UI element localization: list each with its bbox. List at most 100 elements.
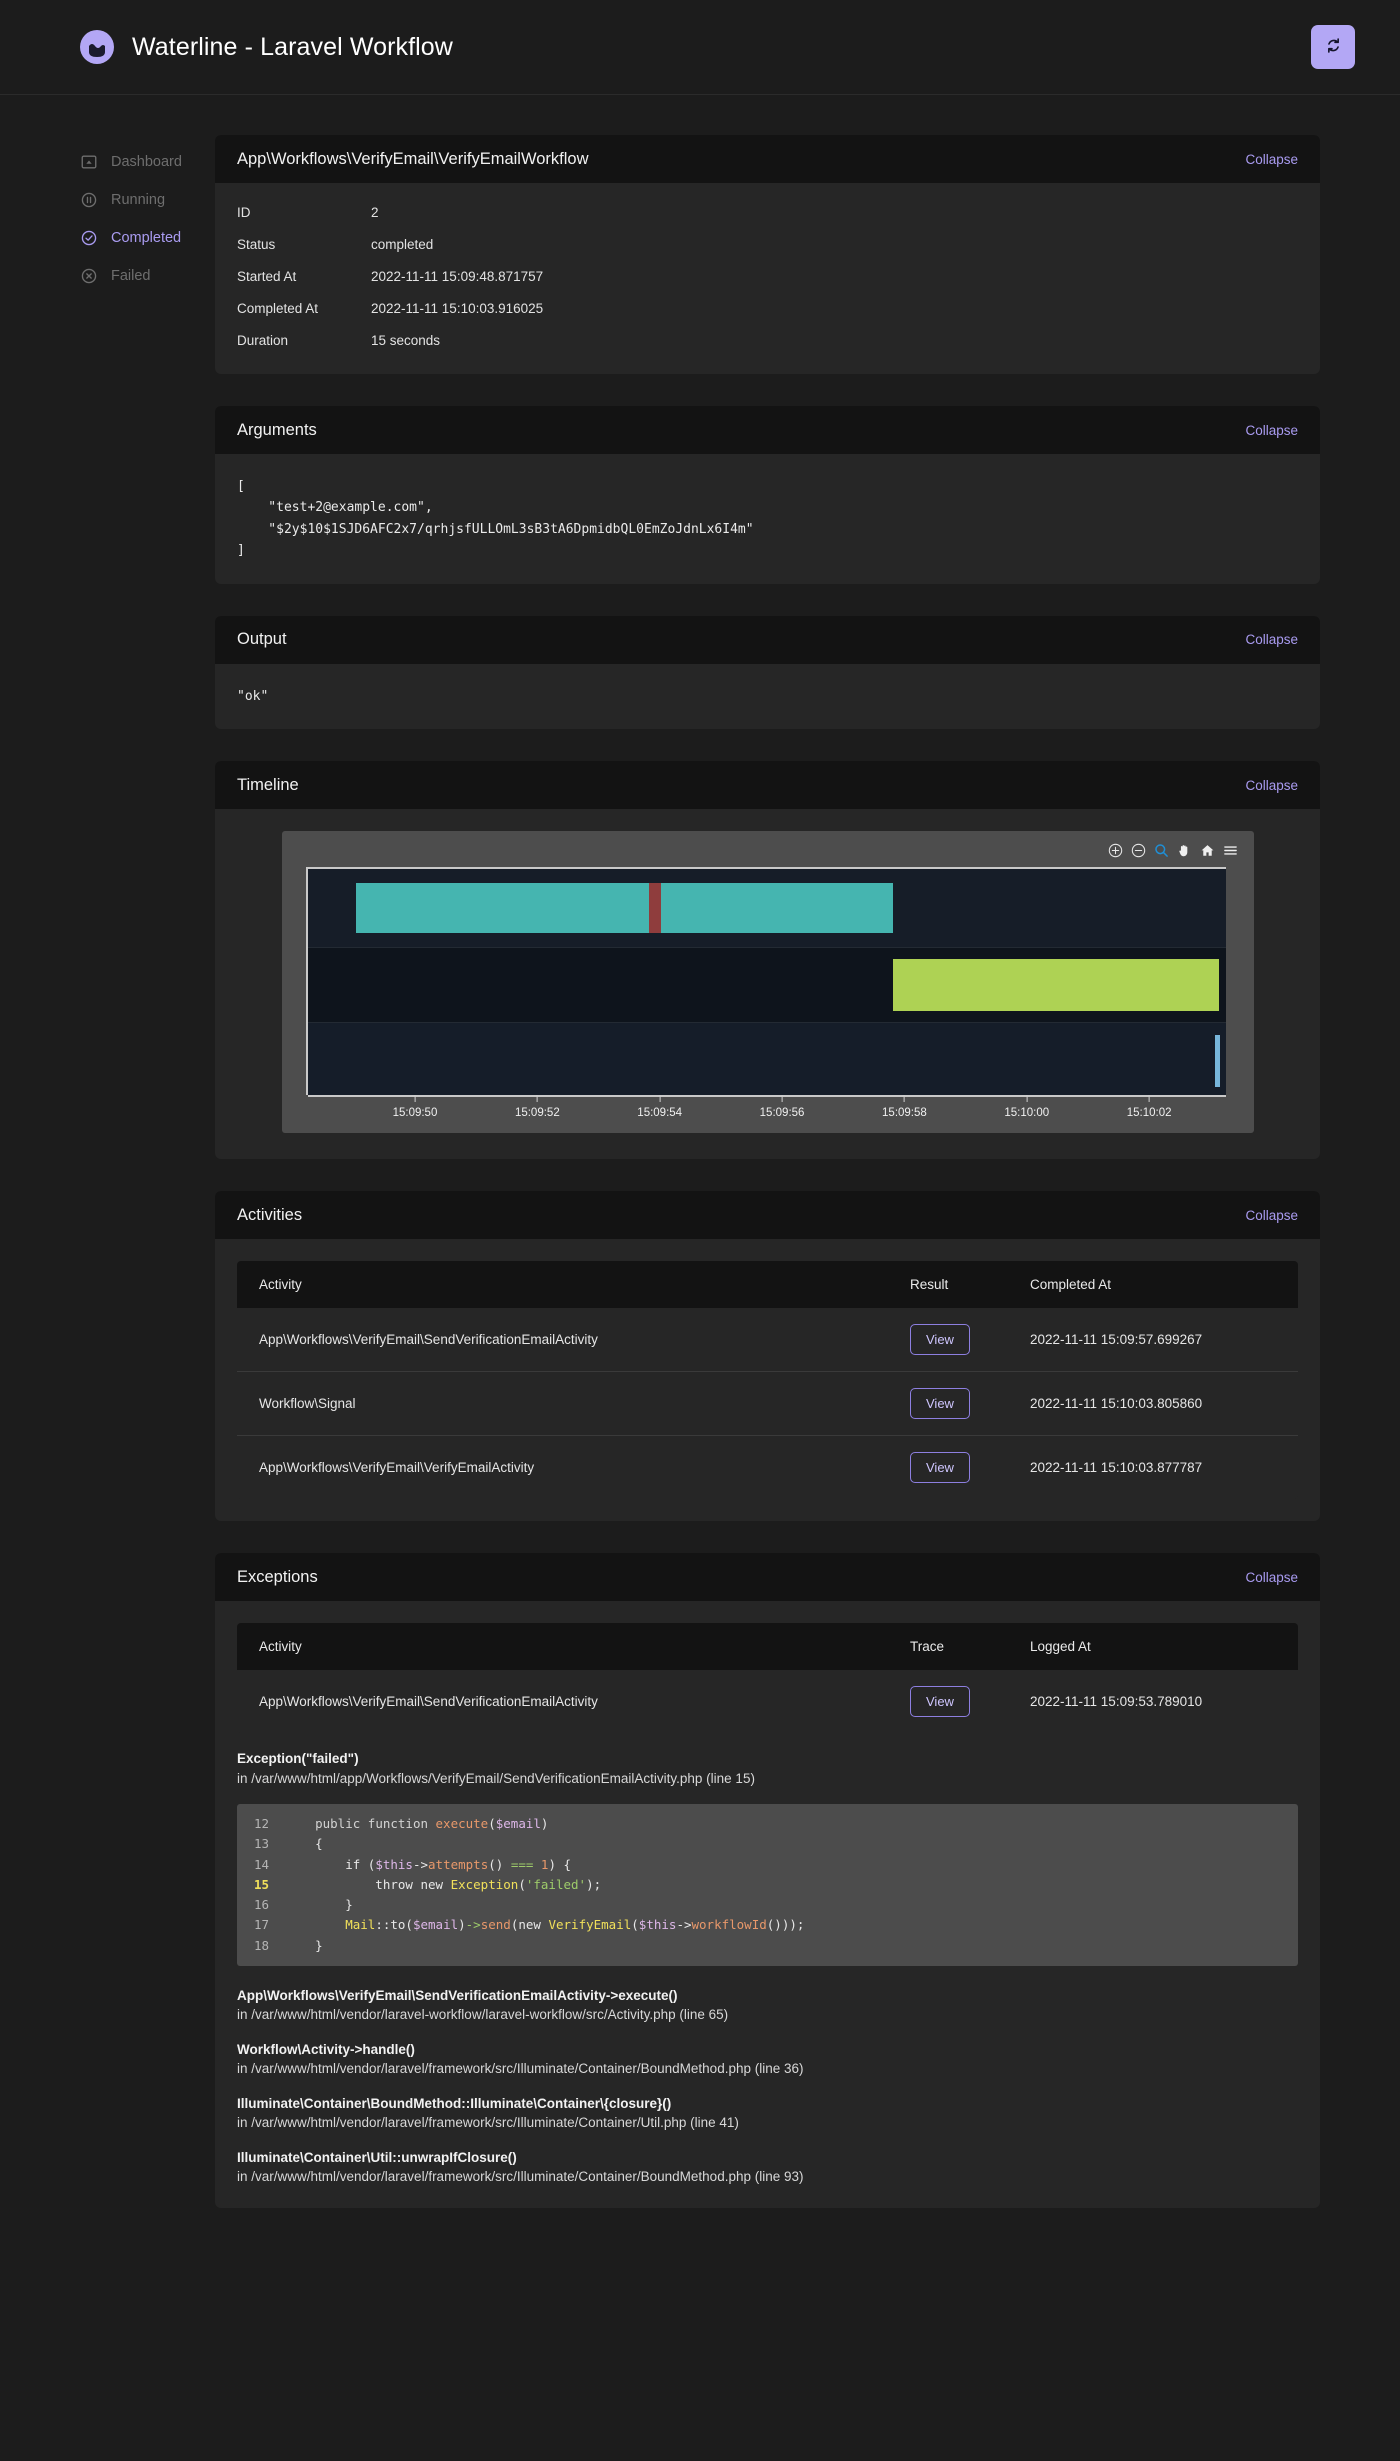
trace-function: App\Workflows\VerifyEmail\SendVerificati…: [237, 1988, 1298, 2003]
collapse-timeline-link[interactable]: Collapse: [1245, 778, 1298, 793]
cell-activity: Workflow\Signal: [237, 1372, 888, 1436]
view-result-button[interactable]: View: [910, 1388, 970, 1419]
collapse-activities-link[interactable]: Collapse: [1245, 1208, 1298, 1223]
field-key: Started At: [237, 269, 371, 284]
workflow-fields: ID 2 Status completed Started At 2022-11…: [215, 183, 1320, 374]
field-value: completed: [371, 237, 433, 252]
field-row: Status completed: [237, 237, 1298, 252]
field-value: 2: [371, 205, 379, 220]
card-header: Activities Collapse: [215, 1191, 1320, 1239]
arguments-card: Arguments Collapse [ "test+2@example.com…: [215, 406, 1320, 584]
code-line-source: if ($this->attempts() === 1) {: [285, 1855, 571, 1875]
dashboard-icon: [80, 153, 98, 171]
trace-entry: Workflow\Activity->handle()in /var/www/h…: [237, 2042, 1298, 2076]
exception-code-snippet: 12 public function execute($email)13 {14…: [237, 1804, 1298, 1966]
chart-bar-workflow-signal[interactable]: [893, 959, 1219, 1011]
chart-bar-send-verification-email-b[interactable]: [661, 883, 893, 933]
collapse-arguments-link[interactable]: Collapse: [1245, 423, 1298, 438]
code-line-number: 13: [237, 1834, 285, 1854]
column-header-trace: Trace: [888, 1623, 1008, 1670]
sidebar-item-label: Dashboard: [111, 154, 182, 170]
arguments-title: Arguments: [237, 421, 317, 440]
sidebar-item-label: Completed: [111, 230, 181, 246]
chart-x-tick-labels: 15:09:50 15:09:52 15:09:54 15:09:56 15:0…: [306, 1095, 1226, 1129]
column-header-activity: Activity: [237, 1623, 888, 1670]
chart-toolbar: [292, 839, 1244, 861]
field-value: 2022-11-11 15:10:03.916025: [371, 301, 543, 316]
exception-title: Exception("failed"): [237, 1751, 1298, 1766]
field-row: Started At 2022-11-11 15:09:48.871757: [237, 269, 1298, 284]
sidebar-item-dashboard[interactable]: Dashboard: [80, 143, 215, 181]
code-line-number: 18: [237, 1936, 285, 1956]
exceptions-card: Exceptions Collapse Activity Trace Logge…: [215, 1553, 1320, 2208]
exception-stack-trace: App\Workflows\VerifyEmail\SendVerificati…: [237, 1988, 1298, 2184]
brand: Waterline - Laravel Workflow: [80, 30, 1311, 64]
cell-result: View: [888, 1308, 1008, 1372]
trace-location: in /var/www/html/vendor/laravel/framewor…: [237, 2169, 1298, 2184]
trace-entry: Illuminate\Container\BoundMethod::Illumi…: [237, 2096, 1298, 2130]
column-header-logged-at: Logged At: [1008, 1623, 1298, 1670]
pan-hand-icon[interactable]: [1177, 843, 1192, 858]
code-line-source: }: [285, 1936, 323, 1956]
zoom-out-icon[interactable]: [1131, 843, 1146, 858]
code-line-number: 17: [237, 1915, 285, 1935]
field-row: Duration 15 seconds: [237, 333, 1298, 348]
card-header: Output Collapse: [215, 616, 1320, 664]
sidebar-item-completed[interactable]: Completed: [80, 219, 215, 257]
trace-function: Illuminate\Container\Util::unwrapIfClosu…: [237, 2150, 1298, 2165]
trace-location: in /var/www/html/vendor/laravel/framewor…: [237, 2115, 1298, 2130]
table-row: App\Workflows\VerifyEmail\SendVerificati…: [237, 1670, 1298, 1733]
menu-icon[interactable]: [1223, 843, 1238, 858]
zoom-select-icon[interactable]: [1154, 843, 1169, 858]
app-header: Waterline - Laravel Workflow: [0, 0, 1400, 95]
sidebar-item-running[interactable]: Running: [80, 181, 215, 219]
code-line-source: Mail::to($email)->send(new VerifyEmail($…: [285, 1915, 804, 1935]
home-reset-icon[interactable]: [1200, 843, 1215, 858]
field-key: Duration: [237, 333, 371, 348]
column-header-completed-at: Completed At: [1008, 1261, 1298, 1308]
x-circle-icon: [80, 267, 98, 285]
timeline-chart[interactable]: 15:09:50 15:09:52 15:09:54 15:09:56 15:0…: [282, 831, 1254, 1133]
view-result-button[interactable]: View: [910, 1324, 970, 1355]
code-line: 18 }: [237, 1936, 1298, 1956]
trace-location: in /var/www/html/vendor/laravel/framewor…: [237, 2061, 1298, 2076]
collapse-exceptions-link[interactable]: Collapse: [1245, 1570, 1298, 1585]
chart-tick-label: 15:10:02: [1127, 1107, 1172, 1119]
card-header: Arguments Collapse: [215, 406, 1320, 454]
chart-bar-exception-marker[interactable]: [649, 883, 661, 933]
chart-tick-label: 15:10:00: [1004, 1107, 1049, 1119]
view-trace-button[interactable]: View: [910, 1686, 970, 1717]
waterline-logo-icon: [80, 30, 114, 64]
refresh-button[interactable]: [1311, 25, 1355, 69]
code-line: 13 {: [237, 1834, 1298, 1854]
chart-bar-verify-email-activity[interactable]: [1215, 1035, 1220, 1087]
code-line-source: }: [285, 1895, 353, 1915]
column-header-activity: Activity: [237, 1261, 888, 1308]
output-content: "ok": [237, 686, 1298, 707]
card-header: Exceptions Collapse: [215, 1553, 1320, 1601]
collapse-output-link[interactable]: Collapse: [1245, 632, 1298, 647]
sidebar-item-failed[interactable]: Failed: [80, 257, 215, 295]
activities-table: Activity Result Completed At App\Workflo…: [237, 1261, 1298, 1499]
cell-trace: View: [888, 1670, 1008, 1733]
exceptions-body: Activity Trace Logged At App\Workflows\V…: [215, 1601, 1320, 1733]
field-key: Completed At: [237, 301, 371, 316]
view-result-button[interactable]: View: [910, 1452, 970, 1483]
table-row: App\Workflows\VerifyEmail\SendVerificati…: [237, 1308, 1298, 1372]
arguments-content: [ "test+2@example.com", "$2y$10$1SJD6AFC…: [237, 476, 1298, 562]
code-line-number: 14: [237, 1855, 285, 1875]
cell-completed-at: 2022-11-11 15:09:57.699267: [1008, 1308, 1298, 1372]
cell-logged-at: 2022-11-11 15:09:53.789010: [1008, 1670, 1298, 1733]
trace-entry: App\Workflows\VerifyEmail\SendVerificati…: [237, 1988, 1298, 2022]
code-line: 14 if ($this->attempts() === 1) {: [237, 1855, 1298, 1875]
zoom-in-icon[interactable]: [1108, 843, 1123, 858]
code-line-number: 12: [237, 1814, 285, 1834]
field-value: 15 seconds: [371, 333, 440, 348]
activities-body: Activity Result Completed At App\Workflo…: [215, 1239, 1320, 1521]
collapse-workflow-link[interactable]: Collapse: [1245, 152, 1298, 167]
chart-tick-label: 15:09:54: [637, 1107, 682, 1119]
output-body: "ok": [215, 664, 1320, 729]
code-line-source: public function execute($email): [285, 1814, 548, 1834]
chart-tick-label: 15:09:52: [515, 1107, 560, 1119]
chart-bar-send-verification-email-a[interactable]: [356, 883, 649, 933]
